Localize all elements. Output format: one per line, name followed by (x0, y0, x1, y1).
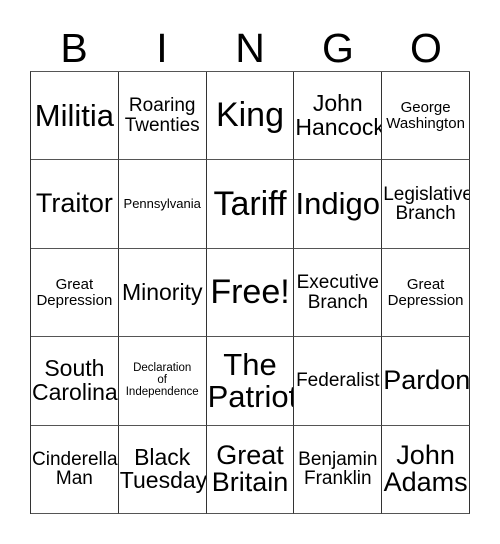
bingo-cell[interactable]: King (206, 72, 295, 161)
bingo-cell-label: Traitor (35, 188, 113, 219)
bingo-cell[interactable]: South Carolina (31, 337, 119, 426)
bingo-cell[interactable]: Benjamin Franklin (294, 425, 383, 515)
bingo-cell[interactable]: George Washington (382, 72, 470, 161)
bingo-cell[interactable]: Tariff (206, 160, 295, 249)
bingo-cell-label: Executive Branch (296, 271, 379, 313)
bingo-cell-label: John Adams (383, 439, 468, 498)
bingo-cell-label: Tariff (213, 184, 287, 223)
bingo-cell[interactable]: John Hancock (294, 72, 383, 161)
bingo-cell-label: Roaring Twenties (124, 95, 200, 136)
bingo-cell[interactable]: Great Depression (382, 248, 470, 338)
bingo-cell-label: George Washington (386, 99, 465, 132)
bingo-row: South Carolina Declaration of Independenc… (31, 337, 470, 426)
bingo-cell-label: Benjamin Franklin (298, 448, 378, 490)
bingo-cell-label: King (215, 96, 285, 135)
bingo-cell-label: Great Depression (387, 276, 464, 309)
bingo-cell[interactable]: Great Britain (206, 425, 295, 515)
bingo-header-letter-g: G (322, 25, 354, 71)
bingo-cell[interactable]: Indigo (294, 160, 383, 249)
bingo-header: BINGO (30, 14, 470, 71)
bingo-cell[interactable]: Executive Branch (294, 248, 383, 338)
bingo-row: Great Depression Minority Free! Executive B… (31, 248, 470, 338)
bingo-cell-label: Cinderella Man (32, 448, 118, 490)
bingo-cell-label: Minority (121, 278, 203, 305)
bingo-cell-label: Great Depression (36, 276, 113, 309)
bingo-cell-label: Indigo (295, 186, 381, 222)
bingo-cell[interactable]: Federalist (294, 337, 383, 426)
bingo-cell-label: Militia (34, 97, 115, 133)
bingo-cell[interactable]: Militia (31, 72, 119, 161)
bingo-cell[interactable]: Roaring Twenties (118, 72, 207, 161)
bingo-cell-label: Legislative Branch (383, 183, 470, 225)
bingo-cell-label: John Hancock (295, 90, 383, 140)
bingo-cell[interactable]: Declaration of Independence (118, 337, 207, 426)
bingo-header-letter-n: N (235, 25, 265, 71)
bingo-cell[interactable]: Black Tuesday (118, 425, 207, 515)
bingo-cell-label: The Patriot (207, 347, 295, 414)
bingo-cell[interactable]: The Patriot (206, 337, 295, 426)
bingo-header-letter-i: I (156, 25, 168, 71)
bingo-cell-label: Black Tuesday (119, 443, 207, 494)
bingo-cell[interactable]: Minority (118, 248, 207, 338)
bingo-cell-label: Great Britain (211, 439, 289, 498)
bingo-cell-label: Pardon (383, 365, 470, 396)
bingo-cell[interactable]: Legislative Branch (382, 160, 470, 249)
bingo-header-letter-o: O (410, 25, 442, 71)
bingo-cell[interactable]: John Adams (382, 425, 470, 515)
bingo-free-space[interactable]: Free! (206, 248, 295, 338)
bingo-card: B I N G O Militia Roaring Twenties King John Ha… (0, 0, 500, 544)
bingo-cell[interactable]: Great Depression (31, 248, 119, 338)
bingo-cell-label: South Carolina (32, 355, 118, 405)
bingo-row: Militia Roaring Twenties King John Hancock G… (31, 72, 470, 161)
bingo-cell[interactable]: Cinderella Man (31, 425, 119, 515)
bingo-row: Cinderella Man Black Tuesday Great Britain… (31, 425, 470, 515)
bingo-cell-label: Federalist (296, 370, 380, 392)
bingo-cell[interactable]: Traitor (31, 160, 119, 249)
bingo-cell-label: Free! (210, 273, 290, 311)
bingo-grid: Militia Roaring Twenties King John Hancock G… (30, 71, 470, 515)
bingo-cell[interactable]: Pennsylvania (118, 160, 207, 249)
bingo-cell[interactable]: Pardon (382, 337, 470, 426)
bingo-header-letter-b: B (60, 25, 88, 71)
bingo-cell-label: Declaration of Independence (125, 362, 199, 398)
bingo-row: Traitor Pennsylvania Tariff Indigo Legislati… (31, 160, 470, 249)
bingo-cell-label: Pennsylvania (123, 196, 201, 212)
